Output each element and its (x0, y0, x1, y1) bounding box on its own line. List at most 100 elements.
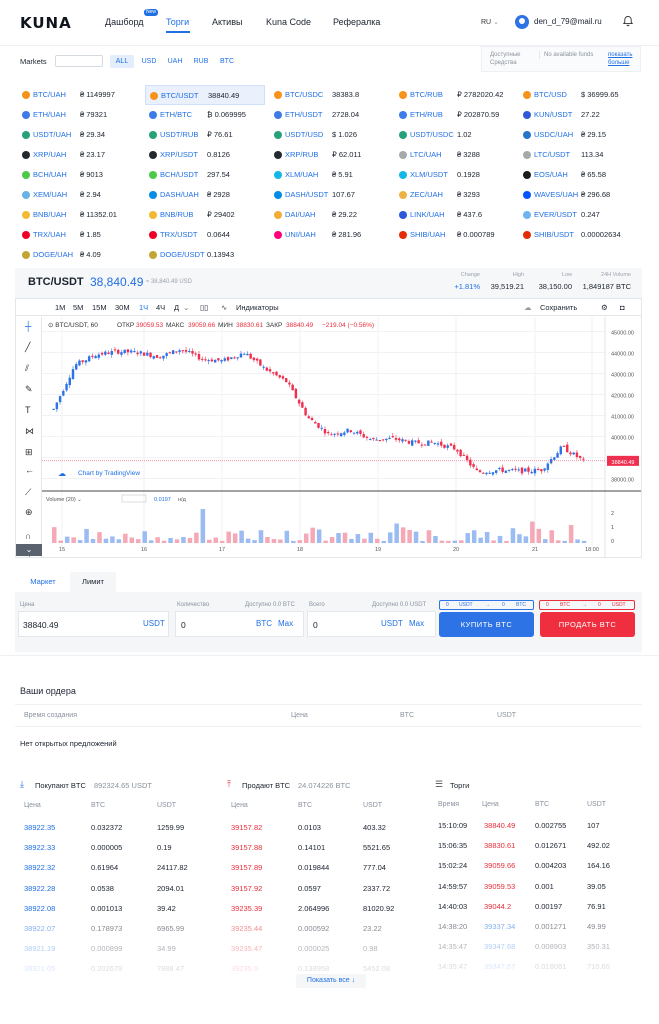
language-select[interactable]: RU ⌄ (481, 18, 499, 26)
brush-icon[interactable]: ✎ (25, 384, 33, 394)
timeframe-5m[interactable]: 5М (73, 303, 83, 312)
table-cell[interactable]: 2337.72 (363, 884, 390, 893)
table-cell[interactable]: 39157.88 (231, 843, 262, 852)
user-avatar-icon[interactable] (515, 15, 529, 29)
market-pair-dai-uah[interactable]: DAI/UAH ₴ 29.22 (270, 205, 390, 225)
market-pair-eth-btc[interactable]: ETH/BTC ₿ 0.069995 (145, 105, 265, 125)
table-cell[interactable]: 0.001271 (535, 922, 566, 931)
market-pair-btc-usdt[interactable]: BTC/USDT 38840.49 (145, 85, 265, 105)
tab-market[interactable]: Маркет (20, 572, 66, 592)
table-cell[interactable]: 0.019844 (298, 863, 329, 872)
table-cell[interactable]: 38840.49 (484, 821, 515, 830)
market-pair-ever-usdt[interactable]: EVER/USDT 0.247 (519, 205, 641, 225)
market-tab-rub[interactable]: RUB (189, 55, 213, 68)
market-pair-btc-uah[interactable]: BTC/UAH ₴ 1149997 (18, 85, 140, 105)
market-pair-shib-usdt[interactable]: SHIB/USDT 0.00002634 (519, 225, 641, 245)
magnet-icon[interactable]: ∩ (25, 531, 31, 541)
tradingview-chart[interactable]: 1М 5М 15М 30М 1Ч 4Ч Д ⌄ ▯▯ ∿ Индикаторы … (15, 298, 642, 558)
table-cell[interactable]: 39059.66 (484, 861, 515, 870)
table-cell[interactable]: 39157.89 (231, 863, 262, 872)
table-cell[interactable]: 14:40:03 (438, 902, 467, 911)
market-pair-doge-usdt[interactable]: DOGE/USDT 0.13943 (145, 245, 265, 265)
table-cell[interactable]: 38922.33 (24, 843, 55, 852)
table-cell[interactable]: 0.000592 (298, 924, 329, 933)
indicators-button[interactable]: Индикаторы (236, 303, 279, 312)
user-email[interactable]: den_d_79@mail.ru (534, 17, 602, 26)
market-pair-usdt-usdc[interactable]: USDT/USDC 1.02 (395, 125, 515, 145)
market-pair-waves-uah[interactable]: WAVES/UAH ₴ 296.68 (519, 185, 641, 205)
market-pair-ltc-uah[interactable]: LTC/UAH ₴ 3288 (395, 145, 515, 165)
table-cell[interactable]: 39157.82 (231, 823, 262, 832)
table-cell[interactable]: 39059.53 (484, 882, 515, 891)
table-cell[interactable]: 2.064996 (298, 904, 329, 913)
table-cell[interactable]: 14:35:47 (438, 942, 467, 951)
pattern-icon[interactable]: ⋈ (25, 426, 34, 436)
market-pair-ltc-usdt[interactable]: LTC/USDT 113.34 (519, 145, 641, 165)
table-cell[interactable]: 492.02 (587, 841, 610, 850)
table-cell[interactable]: 1259.99 (157, 823, 184, 832)
table-cell[interactable]: 0.61964 (91, 863, 118, 872)
table-cell[interactable]: 38922.08 (24, 904, 55, 913)
table-cell[interactable]: 39044.2 (484, 902, 511, 911)
chevron-down-icon[interactable]: ⌄ (183, 303, 189, 312)
market-pair-btc-usd[interactable]: BTC/USD $ 36999.65 (519, 85, 641, 105)
table-cell[interactable]: 0.012671 (535, 841, 566, 850)
table-cell[interactable]: 0.19 (157, 843, 172, 852)
buy-btc-button[interactable]: КУПИТЬ BTC (439, 612, 534, 637)
table-cell[interactable]: 14:38:20 (438, 922, 467, 931)
crosshair-icon[interactable]: ┼ (25, 321, 31, 331)
market-pair-bch-usdt[interactable]: BCH/USDT 297.54 (145, 165, 265, 185)
market-pair-xem-uah[interactable]: XEM/UAH ₴ 2.94 (18, 185, 140, 205)
table-cell[interactable]: 107 (587, 821, 600, 830)
market-pair-dash-usdt[interactable]: DASH/USDT 107.67 (270, 185, 390, 205)
table-cell[interactable]: 39235.47 (231, 944, 262, 953)
table-cell[interactable]: 0.98 (363, 944, 378, 953)
table-cell[interactable]: 39.05 (587, 882, 606, 891)
total-max-button[interactable]: Max (409, 619, 424, 628)
table-cell[interactable]: 0.001013 (91, 904, 122, 913)
table-cell[interactable]: 0.000025 (298, 944, 329, 953)
table-cell[interactable]: 34.99 (157, 944, 176, 953)
timeframe-30m[interactable]: 30М (115, 303, 130, 312)
text-icon[interactable]: T (25, 405, 31, 415)
table-cell[interactable]: 0.000899 (91, 944, 122, 953)
back-arrow-icon[interactable]: ← (25, 465, 34, 475)
nav-dashboard[interactable]: Дашборд (105, 17, 144, 27)
table-cell[interactable]: 0.0103 (298, 823, 321, 832)
table-cell[interactable]: 38830.61 (484, 841, 515, 850)
qty-value[interactable]: 0 (181, 620, 186, 630)
market-pair-xlm-uah[interactable]: XLM/UAH ₴ 5.91 (270, 165, 390, 185)
bell-icon[interactable] (622, 15, 634, 27)
table-cell[interactable]: 0.004203 (535, 861, 566, 870)
cloud-icon[interactable]: ☁ (524, 303, 532, 312)
tab-limit[interactable]: Лимит (70, 572, 116, 592)
table-cell[interactable]: 23.22 (363, 924, 382, 933)
table-cell[interactable]: 39157.92 (231, 884, 262, 893)
table-cell[interactable]: 350.31 (587, 942, 610, 951)
table-cell[interactable]: 38922.28 (24, 884, 55, 893)
market-pair-link-uah[interactable]: LINK/UAH ₴ 437.6 (395, 205, 515, 225)
table-cell[interactable]: 0.14101 (298, 843, 325, 852)
market-pair-xrp-uah[interactable]: XRP/UAH ₴ 23.17 (18, 145, 140, 165)
market-pair-btc-usdc[interactable]: BTC/USDC 38383.8 (270, 85, 390, 105)
table-cell[interactable]: 38922.32 (24, 863, 55, 872)
table-cell[interactable]: 14:59:57 (438, 882, 467, 891)
market-pair-usdt-rub[interactable]: USDT/RUB ₽ 76.61 (145, 125, 265, 145)
table-cell[interactable]: 6965.99 (157, 924, 184, 933)
show-all-button[interactable]: Показать все ↓ (296, 974, 366, 988)
timeframe-1m[interactable]: 1М (55, 303, 65, 312)
table-cell[interactable]: 39347.68 (484, 942, 515, 951)
market-pair-bnb-uah[interactable]: BNB/UAH ₴ 11352.01 (18, 205, 140, 225)
table-cell[interactable]: 0.002755 (535, 821, 566, 830)
price-chart-canvas[interactable]: 45000.00 44000.00 43000.00 42000.00 41000.00… (42, 317, 641, 557)
table-cell[interactable]: 2094.01 (157, 884, 184, 893)
timeframe-day[interactable]: Д (174, 303, 179, 312)
market-pair-eos-uah[interactable]: EOS/UAH ₴ 65.58 (519, 165, 641, 185)
nav-trading[interactable]: Торги (166, 17, 189, 27)
table-cell[interactable]: 39235.44 (231, 924, 262, 933)
table-cell[interactable]: 0.00197 (535, 902, 562, 911)
nav-assets[interactable]: Активы (212, 17, 242, 27)
nav-kuna-code[interactable]: Kuna Code (266, 17, 311, 27)
market-tab-btc[interactable]: BTC (215, 55, 239, 68)
indicators-icon[interactable]: ∿ (221, 303, 227, 312)
